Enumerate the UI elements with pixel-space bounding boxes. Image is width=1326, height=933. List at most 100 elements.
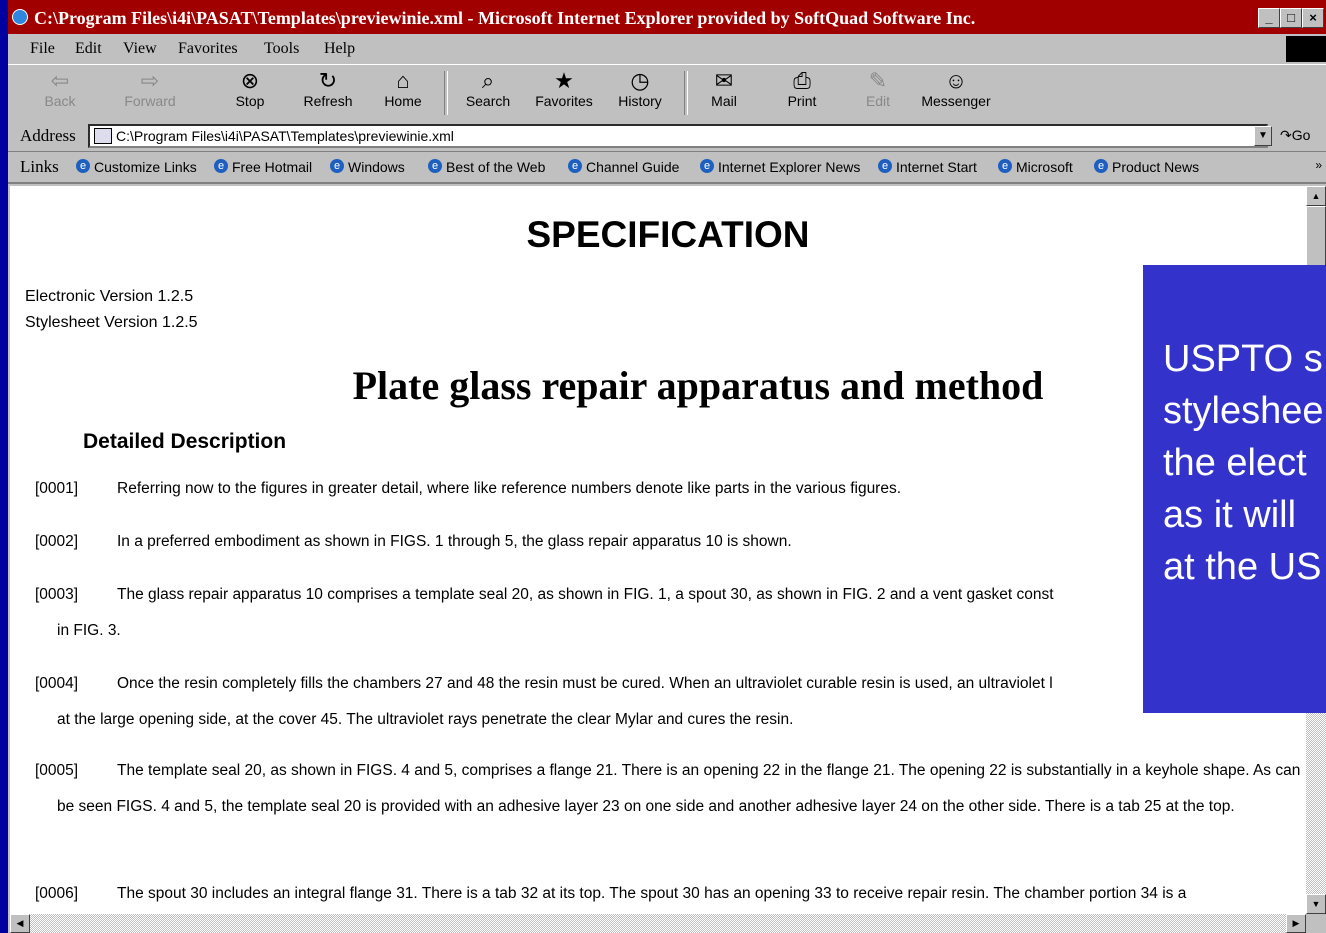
toolbar-separator [444, 71, 448, 115]
minimize-button[interactable]: _ [1258, 8, 1280, 28]
paragraph-text: The template seal 20, as shown in FIGS. … [57, 762, 1301, 815]
address-value: C:\Program Files\i4i\PASAT\Templates\pre… [116, 128, 454, 144]
windows-logo-icon [1286, 36, 1326, 62]
paragraph-number: [0004] [35, 675, 79, 692]
browser-window: C:\Program Files\i4i\PASAT\Templates\pre… [8, 0, 1326, 933]
link-free-hotmail[interactable]: e Free Hotmail [214, 159, 312, 175]
scroll-down-button[interactable]: ▼ [1306, 894, 1326, 914]
stylesheet-version: Stylesheet Version 1.2.5 [25, 314, 198, 331]
address-input[interactable]: C:\Program Files\i4i\PASAT\Templates\pre… [88, 124, 1268, 148]
callout-line: styleshee [1163, 390, 1324, 432]
mail-button[interactable]: ✉ Mail [704, 68, 744, 110]
links-more-icon[interactable]: » [1315, 158, 1322, 172]
paragraph: [0001] Referring now to the figures in gr… [35, 471, 1306, 507]
address-bar: Address C:\Program Files\i4i\PASAT\Templ… [8, 121, 1326, 152]
favorites-button[interactable]: ★ Favorites [532, 68, 596, 110]
refresh-button[interactable]: ↻ Refresh [296, 68, 360, 110]
ie-page-icon: e [700, 159, 714, 173]
print-button[interactable]: ⎙ Print [782, 68, 822, 110]
paragraph-text: In a preferred embodiment as shown in FI… [117, 533, 792, 550]
ie-page-icon: e [878, 159, 892, 173]
menu-tools[interactable]: Tools [264, 40, 299, 58]
paragraph-number: [0006] [35, 885, 79, 902]
link-microsoft[interactable]: e Microsoft [998, 159, 1073, 175]
ie-page-icon: e [1094, 159, 1108, 173]
refresh-icon: ↻ [318, 68, 338, 93]
scroll-up-button[interactable]: ▲ [1306, 186, 1326, 206]
paragraph-text: Referring now to the figures in greater … [117, 480, 902, 497]
history-button[interactable]: ◷ History [612, 68, 668, 110]
patent-title: Plate glass repair apparatus and method [352, 363, 1044, 408]
scroll-left-button[interactable]: ◀ [10, 914, 30, 933]
links-label: Links [20, 157, 59, 176]
forward-button[interactable]: ⇨ Forward [120, 68, 180, 110]
paragraph-number: [0002] [35, 533, 79, 550]
link-channel-guide[interactable]: e Channel Guide [568, 159, 679, 175]
close-button[interactable]: × [1302, 8, 1324, 28]
window-title: C:\Program Files\i4i\PASAT\Templates\pre… [34, 8, 976, 28]
back-arrow-icon: ⇦ [50, 68, 70, 93]
menu-view[interactable]: View [123, 40, 157, 58]
address-label: Address [20, 126, 76, 145]
ie-page-icon: e [76, 159, 90, 173]
title-bar: C:\Program Files\i4i\PASAT\Templates\pre… [8, 0, 1326, 34]
stop-button[interactable]: ⊗ Stop [226, 69, 274, 110]
menu-help[interactable]: Help [324, 40, 355, 58]
address-dropdown-button[interactable]: ▼ [1254, 126, 1272, 146]
paragraph-text-continued: at the large opening side, at the cover … [57, 711, 794, 728]
forward-arrow-icon: ⇨ [140, 68, 160, 93]
go-arrow-icon: ↷ [1280, 127, 1292, 143]
go-button[interactable]: ↷Go [1280, 127, 1310, 144]
paragraph-text: The glass repair apparatus 10 comprises … [117, 586, 1054, 603]
toolbar-separator [684, 71, 688, 115]
link-internet-start[interactable]: e Internet Start [878, 159, 977, 175]
print-icon: ⎙ [793, 68, 811, 93]
mail-icon: ✉ [714, 68, 734, 93]
links-bar: Links e Customize Links e Free Hotmail e Wi… [8, 152, 1326, 184]
favorites-icon: ★ [554, 68, 574, 93]
scroll-right-button[interactable]: ▶ [1286, 914, 1306, 933]
search-button[interactable]: ⌕ Search [460, 68, 516, 110]
link-windows[interactable]: e Windows [330, 159, 405, 175]
paragraph-text-continued: in FIG. 3. [57, 622, 121, 639]
history-icon: ◷ [630, 68, 650, 93]
horizontal-scrollbar[interactable]: ◀ ▶ [10, 914, 1306, 933]
page-icon [94, 128, 112, 144]
ie-page-icon: e [998, 159, 1012, 173]
paragraph: [0002] In a preferred embodiment as shown… [35, 524, 1306, 560]
maximize-button[interactable]: □ [1280, 8, 1302, 28]
callout-line: as it will [1163, 494, 1297, 536]
link-internet-explorer-news[interactable]: e Internet Explorer News [700, 159, 860, 175]
callout-line: at the US [1163, 546, 1322, 588]
paragraph: [0003] The glass repair apparatus 10 comp… [35, 577, 1306, 649]
ie-logo-icon [12, 9, 28, 25]
edit-button[interactable]: ✎ Edit [860, 68, 896, 110]
callout-line: USPTO s [1163, 338, 1323, 380]
ie-page-icon: e [568, 159, 582, 173]
page-content: SPECIFICATION Electronic Version 1.2.5 S… [10, 186, 1306, 914]
messenger-icon: ☺ [944, 68, 968, 93]
callout-line: the elect [1163, 442, 1307, 484]
standard-toolbar: ⇦ Back ⇨ Forward ⊗ Stop ↻ Refresh ⌂ Home ⌕ Sea… [8, 64, 1326, 122]
ie-page-icon: e [330, 159, 344, 173]
edit-icon: ✎ [868, 68, 888, 93]
menu-file[interactable]: File [30, 40, 55, 58]
paragraph-text: The spout 30 includes an integral flange… [117, 885, 1187, 902]
ie-page-icon: e [214, 159, 228, 173]
section-heading: Detailed Description [83, 430, 287, 453]
search-icon: ⌕ [481, 68, 495, 93]
messenger-button[interactable]: ☺ Messenger [920, 68, 992, 110]
link-best-of-the-web[interactable]: e Best of the Web [428, 159, 545, 175]
paragraph-text: Once the resin completely fills the cham… [117, 675, 1053, 692]
menu-favorites[interactable]: Favorites [178, 40, 238, 58]
electronic-version: Electronic Version 1.2.5 [25, 288, 194, 305]
scroll-thumb[interactable] [1306, 206, 1326, 268]
spec-heading: SPECIFICATION [526, 214, 810, 255]
back-button[interactable]: ⇦ Back [38, 68, 82, 110]
paragraph: [0004] Once the resin completely fills th… [35, 666, 1306, 738]
link-product-news[interactable]: e Product News [1094, 159, 1199, 175]
menu-edit[interactable]: Edit [75, 40, 102, 58]
home-button[interactable]: ⌂ Home [378, 69, 428, 110]
link-customize-links[interactable]: e Customize Links [76, 159, 197, 175]
menu-bar: File Edit View Favorites Tools Help [8, 34, 1326, 64]
